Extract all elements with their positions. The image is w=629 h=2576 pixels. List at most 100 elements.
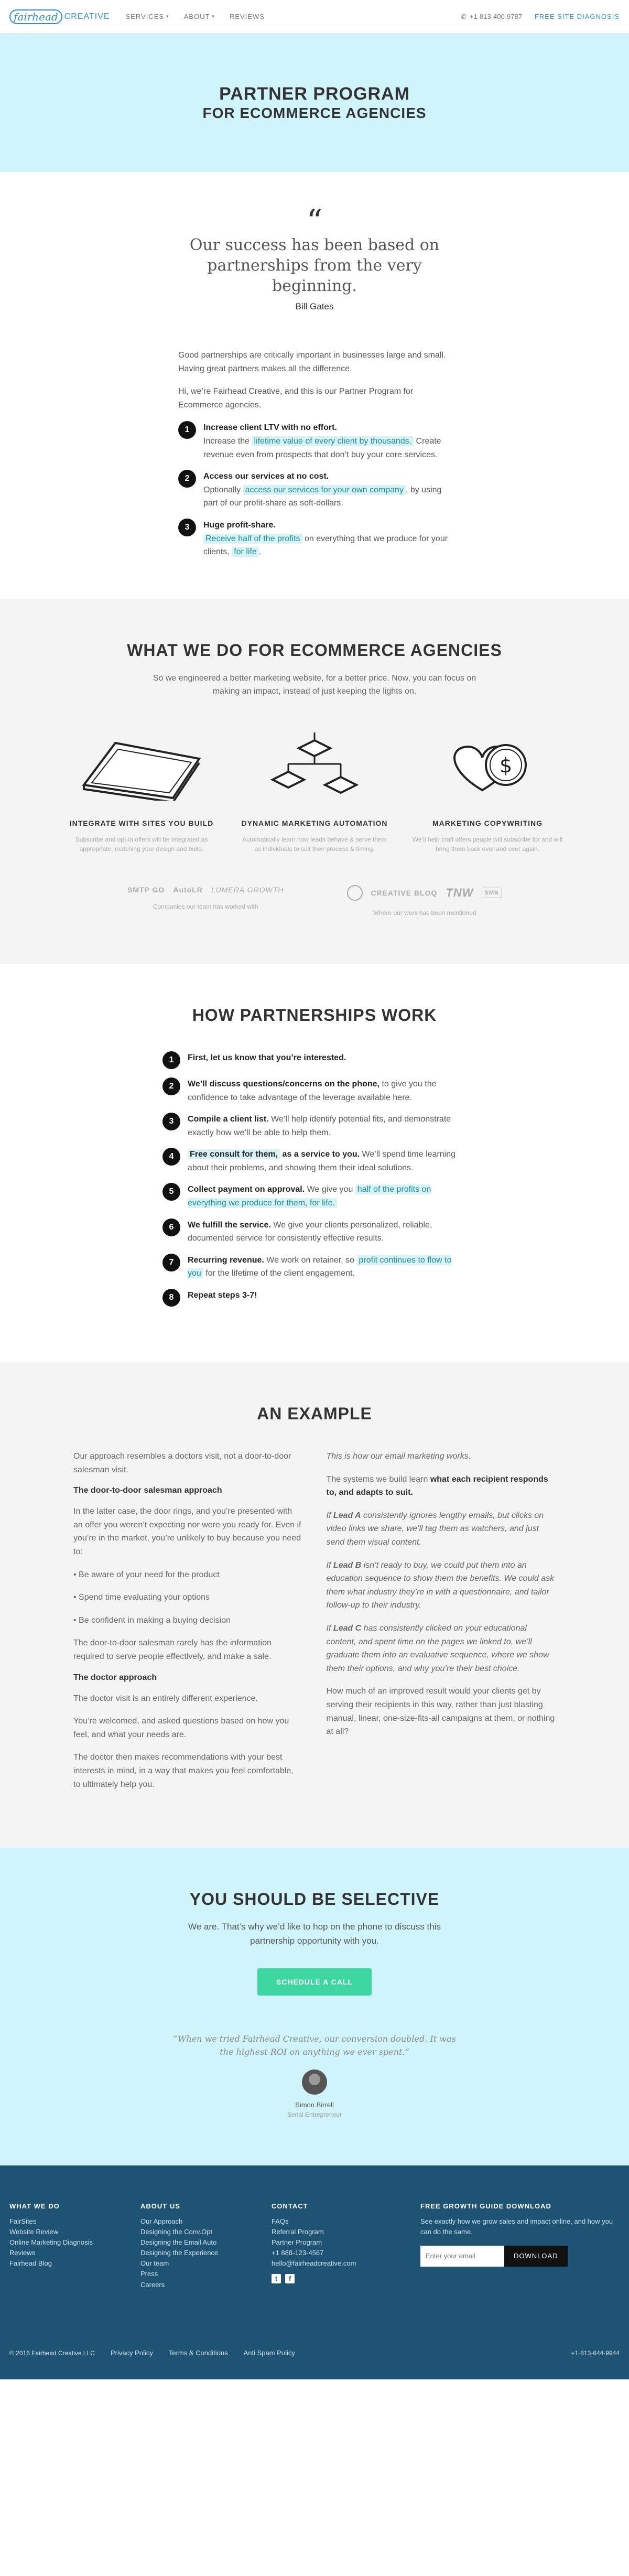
- feature-title: MARKETING COPYWRITING: [432, 818, 543, 827]
- footer-link[interactable]: Reviews: [9, 2248, 140, 2258]
- step-highlight: lifetime value of every client by thousa…: [252, 436, 414, 446]
- hero-subtitle: FOR ECOMMERCE AGENCIES: [202, 104, 427, 121]
- nav-reviews-label: REVIEWS: [229, 13, 265, 20]
- heart-coin-illustration-icon: $: [411, 730, 563, 803]
- step-title: Repeat steps 3-7!: [188, 1291, 257, 1300]
- example-text: If: [326, 1511, 333, 1520]
- footer-link[interactable]: Referral Program: [272, 2227, 403, 2237]
- privacy-policy-link[interactable]: Privacy Policy: [111, 2348, 153, 2358]
- what-we-do-section: WHAT WE DO FOR ECOMMERCE AGENCIES So we …: [0, 598, 629, 964]
- nav-services[interactable]: SERVICES ▾: [126, 13, 169, 20]
- step-highlight: for life: [232, 547, 259, 557]
- example-paragraph: Our approach resembles a doctors visit, …: [73, 1452, 291, 1474]
- footer-text: See exactly how we grow sales and impact…: [420, 2217, 613, 2236]
- twitter-icon[interactable]: t: [272, 2274, 281, 2284]
- footer-link[interactable]: Partner Program: [272, 2237, 403, 2248]
- step-number: 2: [178, 470, 196, 488]
- footer-heading: ABOUT US: [140, 2202, 180, 2210]
- footer-link[interactable]: FAQs: [272, 2216, 403, 2227]
- logo-caption: Companies our team has worked with: [153, 902, 258, 910]
- free-site-diagnosis-link[interactable]: FREE SITE DIAGNOSIS: [535, 13, 620, 20]
- logos-row: SMTP GO AutoLR LUMERA GROWTH Companies o…: [0, 885, 629, 917]
- chevron-down-icon: ▾: [166, 14, 169, 19]
- intro-section: “ Our success has been based on partners…: [0, 172, 629, 599]
- intro-paragraph-2: Hi, we’re Fairhead Creative, and this is…: [178, 387, 414, 409]
- step-number: 6: [162, 1218, 180, 1236]
- footer-link[interactable]: +1 888-123-4567: [272, 2248, 403, 2258]
- quote-text: Our success has been based on partnershi…: [189, 236, 440, 295]
- how-step: 8 Repeat steps 3-7!: [162, 1289, 467, 1307]
- example-paragraph: How much of an improved result would you…: [326, 1687, 555, 1737]
- logo-caption: Where our work has been mentioned: [373, 909, 476, 917]
- hero-title: PARTNER PROGRAM: [219, 84, 410, 104]
- hero: PARTNER PROGRAM FOR ECOMMERCE AGENCIES: [0, 34, 629, 172]
- footer-link[interactable]: Designing the Email Auto: [140, 2237, 272, 2248]
- example-paragraph: If Lead C has consistently clicked on yo…: [327, 1622, 556, 1675]
- feature-item: DYNAMIC MARKETING AUTOMATION Automatical…: [238, 730, 391, 854]
- footer-link[interactable]: Our team: [140, 2258, 272, 2269]
- step-body: Repeat steps 3-7!: [188, 1289, 257, 1307]
- step-number: 1: [162, 1051, 180, 1069]
- footer-link[interactable]: FairSites: [9, 2216, 140, 2227]
- lead-label: Lead A: [333, 1511, 361, 1520]
- email-field[interactable]: [420, 2245, 504, 2267]
- bullet-item: • Be confident in making a buying decisi…: [73, 1615, 231, 1625]
- footer-link[interactable]: Online Marketing Diagnosis: [9, 2237, 140, 2248]
- step-text: Optionally: [203, 485, 243, 494]
- terms-link[interactable]: Terms & Conditions: [169, 2348, 228, 2358]
- step-highlight: Free consult for them,: [188, 1149, 280, 1160]
- footer-link[interactable]: Press: [140, 2269, 272, 2279]
- svg-text:$: $: [500, 754, 512, 777]
- facebook-icon[interactable]: f: [285, 2274, 295, 2284]
- logo[interactable]: fairhead CREATIVE: [9, 9, 110, 24]
- nav-about-label: ABOUT: [183, 13, 210, 20]
- step-body: First, let us know that you’re intereste…: [188, 1051, 346, 1069]
- testimonial-quote: “When we tried Fairhead Creative, our co…: [173, 2033, 456, 2057]
- bullet-text: Be confident in making a buying decision: [79, 1615, 231, 1625]
- step-text: .: [258, 547, 262, 557]
- how-steps: 1 First, let us know that you’re interest…: [162, 1051, 467, 1307]
- client-logo: LUMERA GROWTH: [211, 885, 284, 894]
- phone-link[interactable]: ✆ +1-813-400-9787: [461, 13, 522, 21]
- press-seal-icon: [347, 885, 363, 901]
- step-body: Recurring revenue. We work on retainer, …: [188, 1254, 467, 1280]
- footer-column-growth-guide: FREE GROWTH GUIDE DOWNLOAD See exactly h…: [420, 2202, 620, 2290]
- step-title: Access our services at no cost.: [203, 472, 329, 481]
- benefit-step: 2 Access our services at no cost. Option…: [178, 470, 451, 510]
- step-title: First, let us know that you’re intereste…: [188, 1053, 346, 1062]
- example-paragraph: The doctor visit is an entirely differen…: [73, 1694, 258, 1703]
- how-partnerships-work-section: HOW PARTNERSHIPS WORK 1 First, let us kno…: [0, 964, 629, 1362]
- feature-item: $ MARKETING COPYWRITING We’ll help craft…: [411, 730, 563, 854]
- footer-column-what-we-do: WHAT WE DO FairSites Website Review Onli…: [9, 2202, 140, 2290]
- subscribe-form: DOWNLOAD: [420, 2245, 620, 2267]
- quote-author: Bill Gates: [295, 301, 334, 311]
- nav-reviews[interactable]: REVIEWS: [230, 13, 265, 20]
- press-logo: TNW: [446, 886, 474, 899]
- example-text: If: [326, 1560, 333, 1570]
- footer-link[interactable]: Website Review: [9, 2227, 140, 2237]
- bullet-text: Be aware of your need for the product: [79, 1570, 220, 1579]
- footer-link[interactable]: Designing the Conv.Opt: [140, 2227, 272, 2237]
- example-paragraph: You’re welcomed, and asked questions bas…: [73, 1717, 289, 1739]
- feature-desc: Subscribe and opt-in offers will be inte…: [75, 835, 208, 853]
- example-section: AN EXAMPLE Our approach resembles a doct…: [0, 1362, 629, 1848]
- footer-link[interactable]: Careers: [140, 2280, 272, 2290]
- logo-script: fairhead: [9, 9, 62, 24]
- step-body: Compile a client list. We’ll help identi…: [188, 1113, 467, 1139]
- footer-link[interactable]: Our Approach: [140, 2216, 272, 2227]
- schedule-call-button[interactable]: SCHEDULE A CALL: [257, 1968, 372, 1996]
- anti-spam-link[interactable]: Anti Spam Policy: [244, 2348, 295, 2358]
- footer-link[interactable]: hello@fairheadcreative.com: [272, 2258, 403, 2269]
- download-button[interactable]: DOWNLOAD: [504, 2245, 568, 2267]
- step-title: We fulfill the service.: [188, 1220, 271, 1230]
- step-text: for the lifetime of the client engagemen…: [203, 1269, 355, 1278]
- step-text: We work on retainer, so: [264, 1255, 357, 1265]
- example-columns: Our approach resembles a doctors visit, …: [73, 1450, 556, 1801]
- nav-about[interactable]: ABOUT ▾: [184, 13, 215, 20]
- step-title: Huge profit-share.: [203, 520, 276, 530]
- footer-phone: +1-813-644-9944: [571, 2349, 620, 2357]
- footer-link[interactable]: Fairhead Blog: [9, 2258, 140, 2269]
- section-subtitle: So we engineered a better marketing webs…: [153, 673, 476, 696]
- footer-link[interactable]: Designing the Experience: [140, 2248, 272, 2258]
- example-text: If: [326, 1623, 333, 1633]
